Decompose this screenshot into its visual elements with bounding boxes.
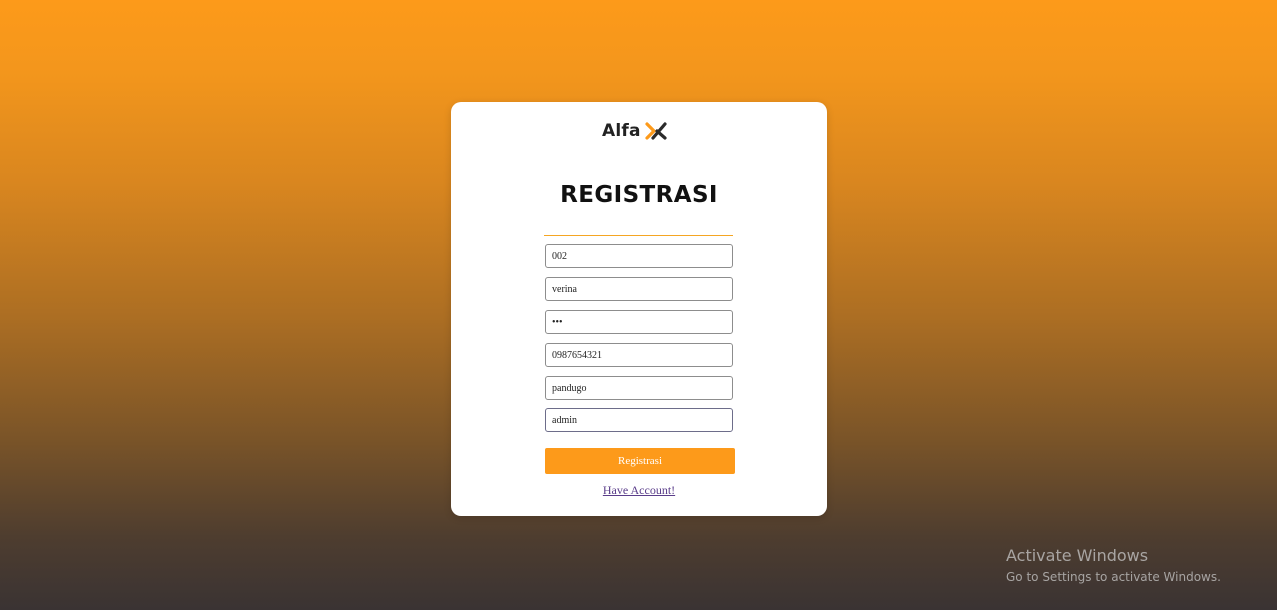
activate-windows-watermark: Activate Windows Go to Settings to activ… [1006,546,1221,586]
title-divider [544,235,733,236]
watermark-subtitle: Go to Settings to activate Windows. [1006,570,1221,584]
registrasi-button[interactable]: Registrasi [545,448,735,474]
brand-logo: Alfa [602,120,667,142]
brand-name: Alfa [602,121,641,141]
page-title: REGISTRASI [560,182,718,208]
role-field[interactable] [545,408,733,432]
have-account-link[interactable]: Have Account! [451,483,827,498]
address-field[interactable] [545,376,733,400]
watermark-title: Activate Windows [1006,546,1149,565]
name-field[interactable] [545,277,733,301]
password-field[interactable] [545,310,733,334]
phone-field[interactable] [545,343,733,367]
alfa-x-icon [645,122,667,140]
id-field[interactable] [545,244,733,268]
registration-card: Alfa REGISTRASI Registrasi Have Account! [451,102,827,516]
